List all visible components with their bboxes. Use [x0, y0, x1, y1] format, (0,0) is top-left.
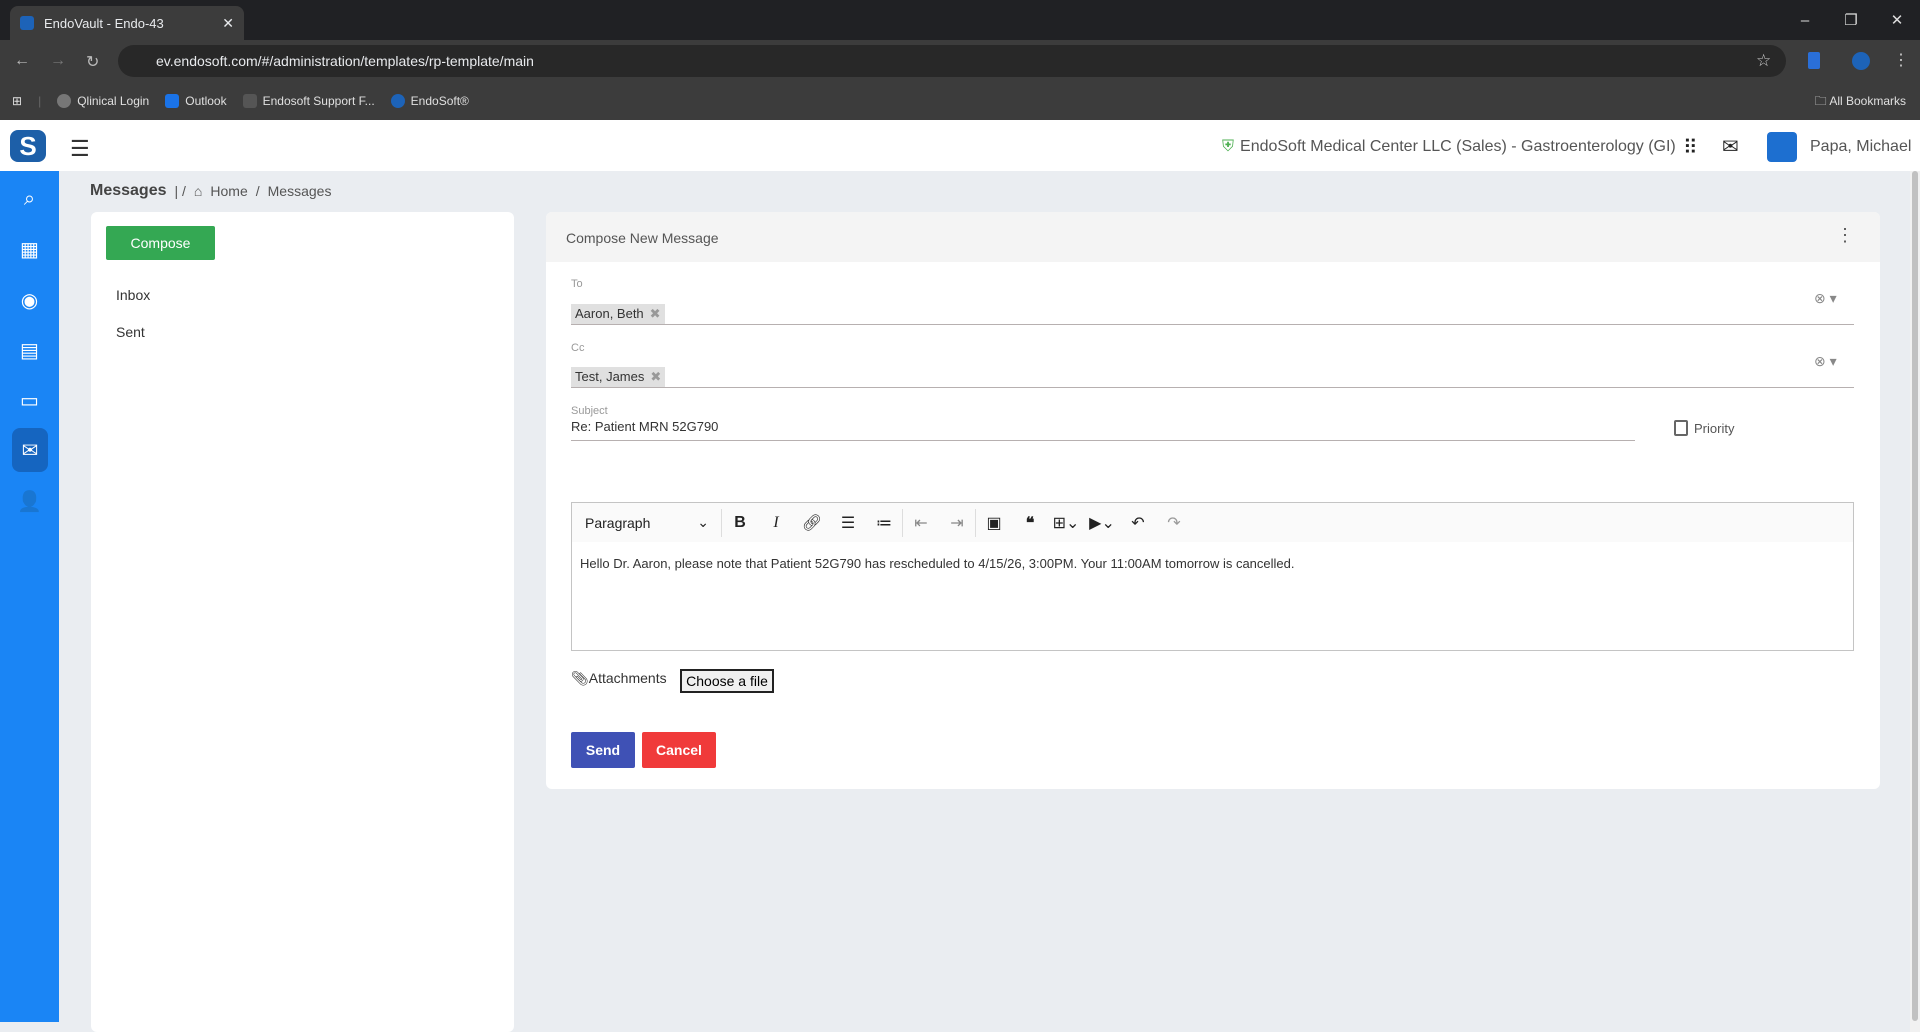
bookmark-endosoft[interactable]: EndoSoft® — [390, 93, 469, 108]
folder-inbox[interactable]: Inbox — [116, 287, 150, 303]
folder-panel — [91, 212, 514, 1032]
search-icon[interactable]: ⌕ — [0, 177, 59, 221]
apps-grid-icon[interactable]: ⠿ — [1683, 135, 1698, 160]
image-icon[interactable]: ▣ — [976, 513, 1012, 533]
all-bookmarks[interactable]: 🗀 All Bookmarks — [1815, 92, 1906, 113]
to-field[interactable]: Aaron, Beth ✖ — [571, 304, 665, 324]
indent-icon[interactable]: ⇥ — [939, 513, 975, 533]
cc-field[interactable]: Test, James ✖ — [571, 367, 666, 387]
endosoft-favicon-icon — [20, 16, 34, 30]
breadcrumb-current: Messages — [267, 183, 332, 199]
calendar-icon[interactable]: ▤ — [0, 328, 59, 372]
endosoft-extension-icon[interactable] — [1852, 52, 1870, 70]
card-header: Compose New Message — [546, 212, 1880, 262]
page-title: Messages — [90, 182, 167, 199]
bold-icon[interactable]: B — [722, 514, 758, 532]
link-icon[interactable]: 🔗︎ — [794, 513, 830, 533]
schedule-icon[interactable]: ▭ — [0, 378, 59, 422]
bookmarks-bar: ⊞ | Qlinical Login Outlook Endosoft Suppo… — [0, 81, 1920, 120]
organization-selector[interactable]: ⛨ EndoSoft Medical Center LLC (Sales) - G… — [1222, 138, 1676, 156]
redo-icon[interactable]: ↷ — [1156, 513, 1192, 533]
apps-grid-icon[interactable]: ⊞ — [12, 94, 22, 108]
avatar[interactable] — [1767, 132, 1797, 162]
close-tab-icon[interactable]: ✕ — [222, 15, 234, 32]
numbered-list-icon[interactable]: ≔ — [866, 513, 902, 533]
cc-underline — [571, 387, 1854, 388]
card-title: Compose New Message — [566, 230, 719, 246]
italic-icon[interactable]: I — [758, 514, 794, 532]
compose-button[interactable]: Compose — [106, 226, 215, 260]
subject-input[interactable]: Re: Patient MRN 52G790 — [571, 419, 718, 434]
priority-checkbox[interactable]: Priority — [1674, 420, 1734, 436]
forward-icon[interactable]: → — [50, 52, 66, 70]
recipient-chip: Aaron, Beth ✖ — [571, 304, 665, 324]
messages-icon[interactable]: ✉ — [12, 428, 48, 472]
subject-underline — [571, 440, 1635, 441]
reload-icon[interactable]: ↻ — [86, 52, 99, 72]
choose-file-button[interactable]: Choose a file — [680, 669, 774, 693]
user-name[interactable]: Papa, Michael — [1810, 138, 1911, 156]
minimize-icon[interactable]: – — [1782, 12, 1828, 29]
patient-icon[interactable]: ◉ — [0, 278, 59, 322]
bookmark-outlook[interactable]: Outlook — [165, 93, 227, 108]
back-icon[interactable]: ← — [14, 52, 30, 70]
send-button[interactable]: Send — [571, 732, 635, 768]
cc-label: Cc — [571, 342, 585, 354]
editor-toolbar: Paragraph ⌄ B I 🔗︎ ☰ ≔ ⇤ ⇥ ▣ ❝ ⊞⌄ ▶⌄ ↶ ↷ — [572, 503, 1853, 542]
breadcrumb: Messages | / ⌂ Home / Messages — [90, 182, 332, 199]
shield-icon: ⛨ — [1222, 138, 1235, 155]
remove-chip-icon[interactable]: ✖ — [650, 369, 661, 385]
more-options-icon[interactable]: ⋮ — [1836, 225, 1854, 246]
clear-to-icon[interactable]: ⊗ ▾ — [1814, 290, 1837, 307]
to-label: To — [571, 278, 583, 290]
breadcrumb-home[interactable]: Home — [210, 183, 247, 199]
to-underline — [571, 324, 1854, 325]
clear-cc-icon[interactable]: ⊗ ▾ — [1814, 353, 1837, 370]
user-settings-icon[interactable]: 👤 — [0, 479, 59, 523]
window-controls: – ❐ ✕ — [1782, 0, 1920, 40]
browser-menu-icon[interactable]: ⋮ — [1893, 50, 1909, 70]
restore-icon[interactable]: ❐ — [1828, 11, 1874, 29]
url-text: ev.endosoft.com/#/administration/templat… — [156, 53, 534, 69]
rich-text-editor[interactable]: Paragraph ⌄ B I 🔗︎ ☰ ≔ ⇤ ⇥ ▣ ❝ ⊞⌄ ▶⌄ ↶ ↷ … — [571, 502, 1854, 651]
hamburger-menu-icon[interactable]: ☰ — [70, 136, 90, 162]
close-window-icon[interactable]: ✕ — [1874, 11, 1920, 29]
tab-title: EndoVault - Endo-43 — [44, 15, 164, 31]
mail-icon[interactable]: ✉ — [1722, 134, 1739, 159]
extension-icon[interactable] — [1808, 52, 1820, 69]
browser-tab[interactable]: EndoVault - Endo-43 ✕ — [10, 6, 244, 40]
attachments-label: 📎︎Attachments — [571, 670, 667, 686]
browser-tab-bar: EndoVault - Endo-43 ✕ – ❐ ✕ — [0, 0, 1920, 40]
compose-card: Compose New Message ⋮ To Aaron, Beth ✖ ⊗ … — [546, 212, 1880, 789]
subject-label: Subject — [571, 405, 608, 417]
sidebar: ⌕ ▦ ◉ ▤ ▭ ✉ 👤 — [0, 171, 59, 1022]
bookmark-endosoft-support[interactable]: Endosoft Support F... — [242, 93, 375, 108]
media-icon[interactable]: ▶⌄ — [1084, 513, 1120, 533]
message-body[interactable]: Hello Dr. Aaron, please note that Patien… — [572, 542, 1853, 585]
paperclip-icon: 📎︎ — [571, 670, 589, 686]
remove-chip-icon[interactable]: ✖ — [650, 306, 661, 322]
undo-icon[interactable]: ↶ — [1120, 513, 1156, 533]
cc-chip: Test, James ✖ — [571, 367, 666, 387]
dashboard-icon[interactable]: ▦ — [0, 227, 59, 271]
blockquote-icon[interactable]: ❝ — [1012, 513, 1048, 533]
page-scrollbar[interactable] — [1910, 171, 1920, 1032]
home-icon[interactable]: ⌂ — [194, 183, 202, 199]
bookmark-star-icon[interactable]: ☆ — [1756, 51, 1771, 71]
bookmark-qlinical[interactable]: Qlinical Login — [57, 93, 149, 108]
table-icon[interactable]: ⊞⌄ — [1048, 513, 1084, 533]
paragraph-format-select[interactable]: Paragraph ⌄ — [572, 508, 722, 537]
endosoft-logo[interactable]: S — [10, 130, 46, 162]
url-bar[interactable]: ev.endosoft.com/#/administration/templat… — [118, 45, 1786, 77]
bulleted-list-icon[interactable]: ☰ — [830, 513, 866, 533]
cancel-button[interactable]: Cancel — [642, 732, 716, 768]
outdent-icon[interactable]: ⇤ — [903, 513, 939, 533]
folder-sent[interactable]: Sent — [116, 324, 145, 340]
